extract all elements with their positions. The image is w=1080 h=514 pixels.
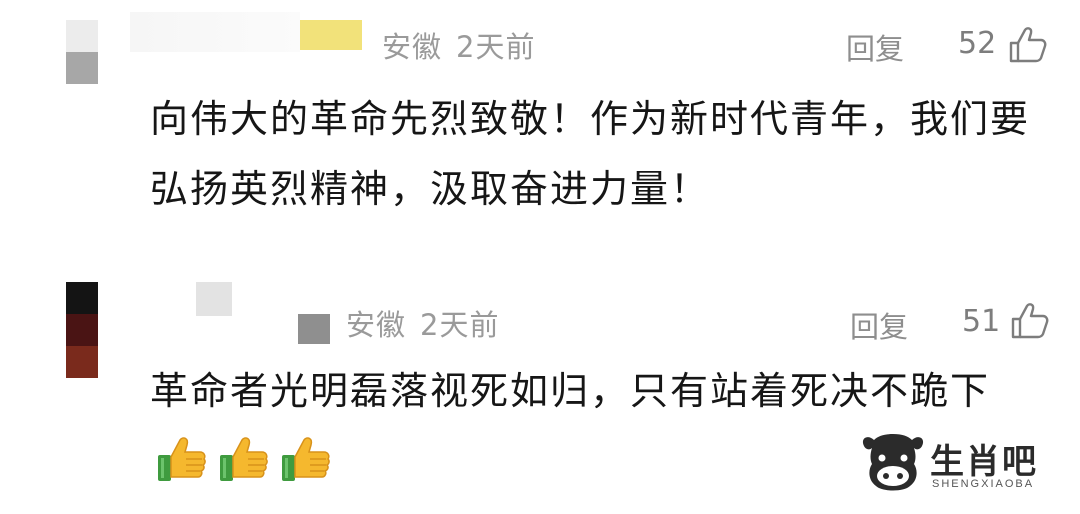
time-label: 2天前 (456, 30, 536, 64)
avatar[interactable] (66, 20, 98, 84)
reply-button[interactable]: 回复 (846, 26, 904, 68)
like-count: 52 (958, 26, 997, 61)
username-blurred[interactable] (130, 12, 300, 52)
comment-meta: 安徽 2天前 (382, 24, 549, 66)
username-blurred (298, 314, 330, 344)
comment-text: 向伟大的革命先烈致敬！作为新时代青年，我们要弘扬英烈精神，汲取奋进力量！ (150, 97, 1031, 211)
like-count: 51 (962, 304, 1001, 339)
site-watermark: 生肖吧 SHENGXIAOBA (858, 430, 1068, 500)
avatar[interactable] (66, 282, 98, 378)
comment-text-content: 革命者光明磊落视死如归，只有站着死决不跪下 (150, 369, 991, 413)
location-label: 安徽 (346, 308, 407, 342)
location-label: 安徽 (382, 30, 443, 64)
thumbs-up-emoji-icon (220, 436, 268, 481)
thumbs-up-outline-icon[interactable] (1010, 302, 1050, 340)
watermark-subtitle: SHENGXIAOBA (932, 478, 1035, 490)
username-blurred[interactable] (196, 282, 232, 316)
comment-meta: 安徽 2天前 (346, 302, 513, 344)
reply-button[interactable]: 回复 (850, 304, 908, 346)
time-label: 2天前 (420, 308, 500, 342)
username-blurred (300, 20, 362, 50)
ox-logo-icon (862, 434, 924, 491)
emoji-group (156, 429, 342, 499)
comment-item: 安徽 2天前 回复 52 向伟大的革命先烈致敬！作为新时代青年，我们要弘扬英烈精神… (0, 0, 1080, 260)
thumbs-up-emoji-icon (158, 436, 206, 481)
thumbs-up-emoji-icon (282, 436, 330, 481)
thumbs-up-outline-icon[interactable] (1008, 26, 1048, 64)
watermark-name: 生肖吧 (930, 442, 1038, 482)
